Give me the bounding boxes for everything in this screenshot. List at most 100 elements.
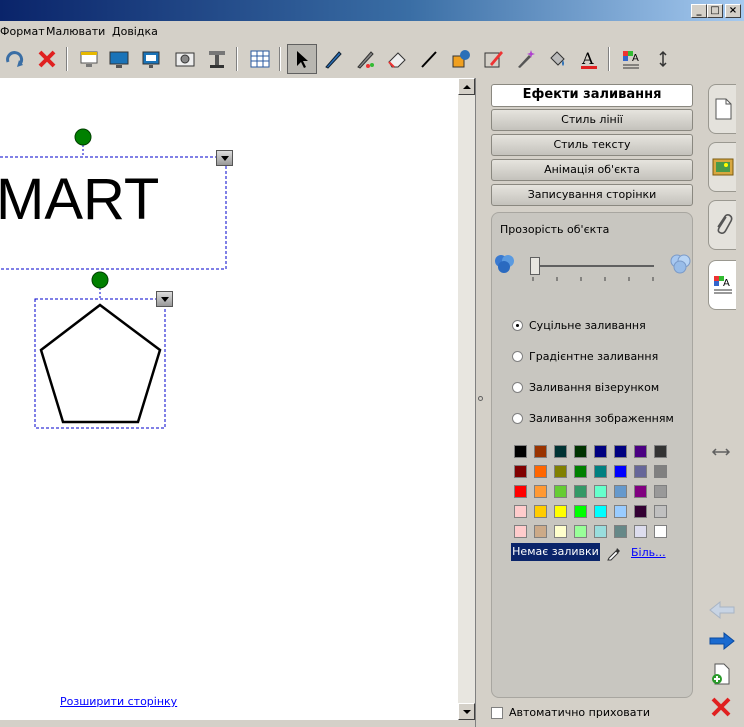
color-swatch[interactable]	[554, 485, 567, 498]
display-icon[interactable]	[106, 46, 132, 72]
menu-help[interactable]: Довідка	[112, 25, 158, 38]
color-swatch[interactable]	[574, 465, 587, 478]
object-menu-button[interactable]	[216, 150, 233, 166]
redo-icon[interactable]	[2, 46, 28, 72]
radio-gradient-fill[interactable]: Градієнтне заливання	[512, 350, 658, 363]
color-swatch[interactable]	[654, 505, 667, 518]
previous-page-icon[interactable]	[708, 600, 736, 623]
tab-gallery[interactable]	[708, 142, 736, 192]
color-swatch[interactable]	[614, 465, 627, 478]
properties-icon[interactable]: A	[618, 46, 644, 72]
radio-image-fill[interactable]: Заливання зображенням	[512, 412, 674, 425]
radio-button[interactable]	[512, 320, 523, 331]
radio-button[interactable]	[512, 382, 523, 393]
color-swatch[interactable]	[654, 485, 667, 498]
radio-pattern-fill[interactable]: Заливання візерунком	[512, 381, 659, 394]
shapes-icon[interactable]	[448, 46, 474, 72]
color-swatch[interactable]	[554, 465, 567, 478]
scroll-up-button[interactable]	[458, 78, 475, 95]
scroll-down-button[interactable]	[458, 703, 475, 720]
more-colors-link[interactable]: Біль...	[631, 546, 666, 559]
color-swatch[interactable]	[554, 445, 567, 458]
color-swatch[interactable]	[614, 485, 627, 498]
color-swatch[interactable]	[614, 525, 627, 538]
fill-icon[interactable]	[544, 46, 570, 72]
add-page-icon[interactable]	[709, 662, 733, 689]
color-swatch[interactable]	[634, 485, 647, 498]
delete-page-icon[interactable]	[710, 696, 732, 721]
section-fill-effects[interactable]: Ефекти заливання	[491, 84, 693, 107]
color-swatch[interactable]	[534, 445, 547, 458]
color-swatch[interactable]	[634, 445, 647, 458]
color-swatch[interactable]	[514, 505, 527, 518]
color-swatch[interactable]	[534, 485, 547, 498]
minimize-button[interactable]: _	[691, 4, 707, 18]
color-swatch[interactable]	[534, 505, 547, 518]
color-swatch[interactable]	[574, 525, 587, 538]
camera-icon[interactable]	[172, 46, 198, 72]
color-swatch[interactable]	[514, 445, 527, 458]
color-swatch[interactable]	[594, 525, 607, 538]
section-line-style[interactable]: Стиль лінії	[491, 109, 693, 131]
auto-hide-checkbox[interactable]: Автоматично приховати	[491, 706, 650, 719]
whiteboard-canvas[interactable]: MART Розширити сторінку	[0, 78, 458, 720]
color-swatch[interactable]	[554, 525, 567, 538]
next-page-icon[interactable]	[708, 631, 736, 654]
color-swatch[interactable]	[654, 525, 667, 538]
color-swatch[interactable]	[514, 525, 527, 538]
color-swatch[interactable]	[554, 505, 567, 518]
creative-pen-icon[interactable]	[352, 46, 378, 72]
eraser-icon[interactable]	[384, 46, 410, 72]
color-swatch[interactable]	[574, 445, 587, 458]
checkbox[interactable]	[491, 706, 503, 719]
color-swatch[interactable]	[634, 525, 647, 538]
shape-pen-icon[interactable]	[480, 46, 506, 72]
radio-button[interactable]	[512, 351, 523, 362]
section-object-animation[interactable]: Анімація об'єкта	[491, 159, 693, 181]
text-object[interactable]: MART	[0, 170, 159, 230]
color-swatch[interactable]	[654, 465, 667, 478]
expand-page-link[interactable]: Розширити сторінку	[60, 695, 177, 708]
menu-draw[interactable]: Малювати	[46, 25, 105, 38]
color-swatch[interactable]	[574, 505, 587, 518]
color-swatch[interactable]	[514, 465, 527, 478]
color-swatch[interactable]	[534, 525, 547, 538]
section-page-recording[interactable]: Записування сторінки	[491, 184, 693, 206]
color-swatch[interactable]	[594, 505, 607, 518]
no-fill-button[interactable]: Немає заливки	[511, 543, 600, 561]
color-swatch[interactable]	[594, 445, 607, 458]
panel-splitter[interactable]	[475, 78, 485, 727]
eyedropper-icon[interactable]	[606, 545, 622, 564]
close-window-button[interactable]: ×	[725, 4, 741, 18]
pen-icon[interactable]	[320, 46, 346, 72]
color-swatch[interactable]	[594, 465, 607, 478]
tab-page-sorter[interactable]	[708, 84, 736, 134]
color-swatch[interactable]	[614, 505, 627, 518]
table-icon[interactable]	[247, 46, 273, 72]
select-pointer-icon[interactable]	[287, 44, 317, 74]
radio-solid-fill[interactable]: Суцільне заливання	[512, 319, 646, 332]
line-icon[interactable]	[416, 46, 442, 72]
color-swatch[interactable]	[574, 485, 587, 498]
color-swatch[interactable]	[634, 505, 647, 518]
magic-pen-icon[interactable]	[512, 46, 538, 72]
vertical-scrollbar[interactable]	[458, 78, 475, 720]
menu-format[interactable]: Формат	[0, 25, 45, 38]
maximize-button[interactable]: □	[707, 4, 723, 18]
move-toolbar-icon[interactable]	[650, 46, 676, 72]
object-menu-button[interactable]	[156, 291, 173, 307]
tab-attachments[interactable]	[708, 200, 736, 250]
text-color-icon[interactable]: A	[576, 46, 602, 72]
color-swatch[interactable]	[514, 485, 527, 498]
resize-arrows-icon[interactable]	[711, 446, 731, 462]
color-swatch[interactable]	[594, 485, 607, 498]
radio-button[interactable]	[512, 413, 523, 424]
color-swatch[interactable]	[634, 465, 647, 478]
color-swatch[interactable]	[614, 445, 627, 458]
screen-shade-icon[interactable]	[76, 46, 102, 72]
section-text-style[interactable]: Стиль тексту	[491, 134, 693, 156]
tab-properties[interactable]: A	[708, 260, 736, 310]
transparency-slider[interactable]	[530, 257, 540, 275]
projector-icon[interactable]	[138, 46, 164, 72]
color-swatch[interactable]	[534, 465, 547, 478]
